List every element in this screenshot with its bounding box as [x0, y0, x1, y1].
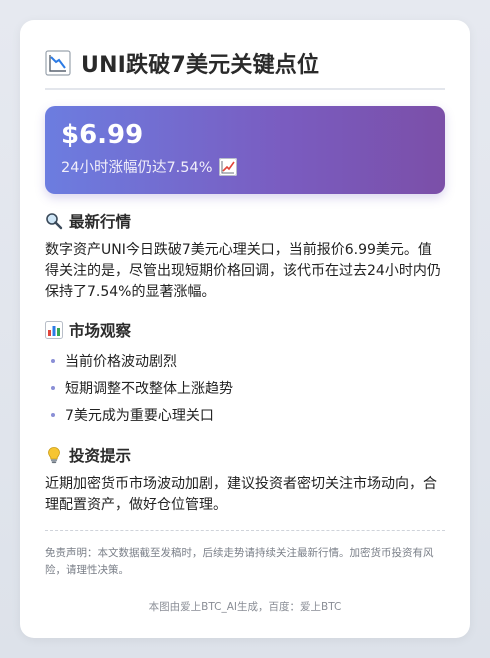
bullet-dot	[51, 385, 55, 390]
change-text: 24小时涨幅仍达7.54%	[61, 160, 213, 176]
bar-chart-icon	[45, 321, 63, 339]
chart-increasing-icon	[218, 157, 237, 176]
bullet-dot	[51, 412, 55, 417]
market-paragraph: 数字资产UNI今日跌破7美元心理关口，当前报价6.99美元。值得关注的是，尽管出…	[45, 242, 441, 300]
article-card: UNI跌破7美元关键点位 $6.99 24小时涨幅仍达7.54% 最新行情 数字…	[20, 20, 470, 638]
title-divider	[45, 88, 445, 90]
chart-decreasing-icon	[45, 50, 71, 76]
lightbulb-icon	[45, 446, 63, 464]
list-item-text: 7美元成为重要心理关口	[65, 407, 214, 424]
observation-list: 当前价格波动剧烈 短期调整不改整体上涨趋势 7美元成为重要心理关口	[45, 347, 445, 428]
current-price: $6.99	[61, 120, 144, 150]
page-title: UNI跌破7美元关键点位	[81, 53, 320, 78]
footer-credit: 本图由爱上BTC_AI生成，百度：爱上BTC	[148, 601, 342, 613]
bullet-dot	[51, 358, 55, 363]
list-item: 短期调整不改整体上涨趋势	[45, 374, 445, 401]
magnifier-icon	[45, 212, 63, 230]
section-title-market: 最新行情	[69, 213, 132, 231]
section-title-observation: 市场观察	[69, 322, 132, 340]
list-item: 当前价格波动剧烈	[45, 347, 445, 374]
section-header-observation: 市场观察	[45, 319, 445, 341]
list-item: 7美元成为重要心理关口	[45, 401, 445, 428]
list-item-text: 当前价格波动剧烈	[65, 353, 177, 370]
change-row: 24小时涨幅仍达7.54%	[61, 156, 429, 177]
section-header-market: 最新行情	[45, 210, 445, 232]
list-item-text: 短期调整不改整体上涨趋势	[65, 380, 233, 397]
disclaimer-text: 免责声明：本文数据截至发稿时，后续走势请持续关注最新行情。加密货币投资有风险，请…	[45, 547, 434, 576]
section-title-tips: 投资提示	[69, 447, 132, 465]
section-header-tips: 投资提示	[45, 444, 445, 466]
price-panel: $6.99 24小时涨幅仍达7.54%	[45, 106, 445, 194]
tips-paragraph: 近期加密货币市场波动加剧，建议投资者密切关注市场动向，合理配置资产，做好仓位管理…	[45, 476, 437, 513]
title-row: UNI跌破7美元关键点位	[45, 46, 445, 80]
dashed-divider	[45, 530, 445, 531]
